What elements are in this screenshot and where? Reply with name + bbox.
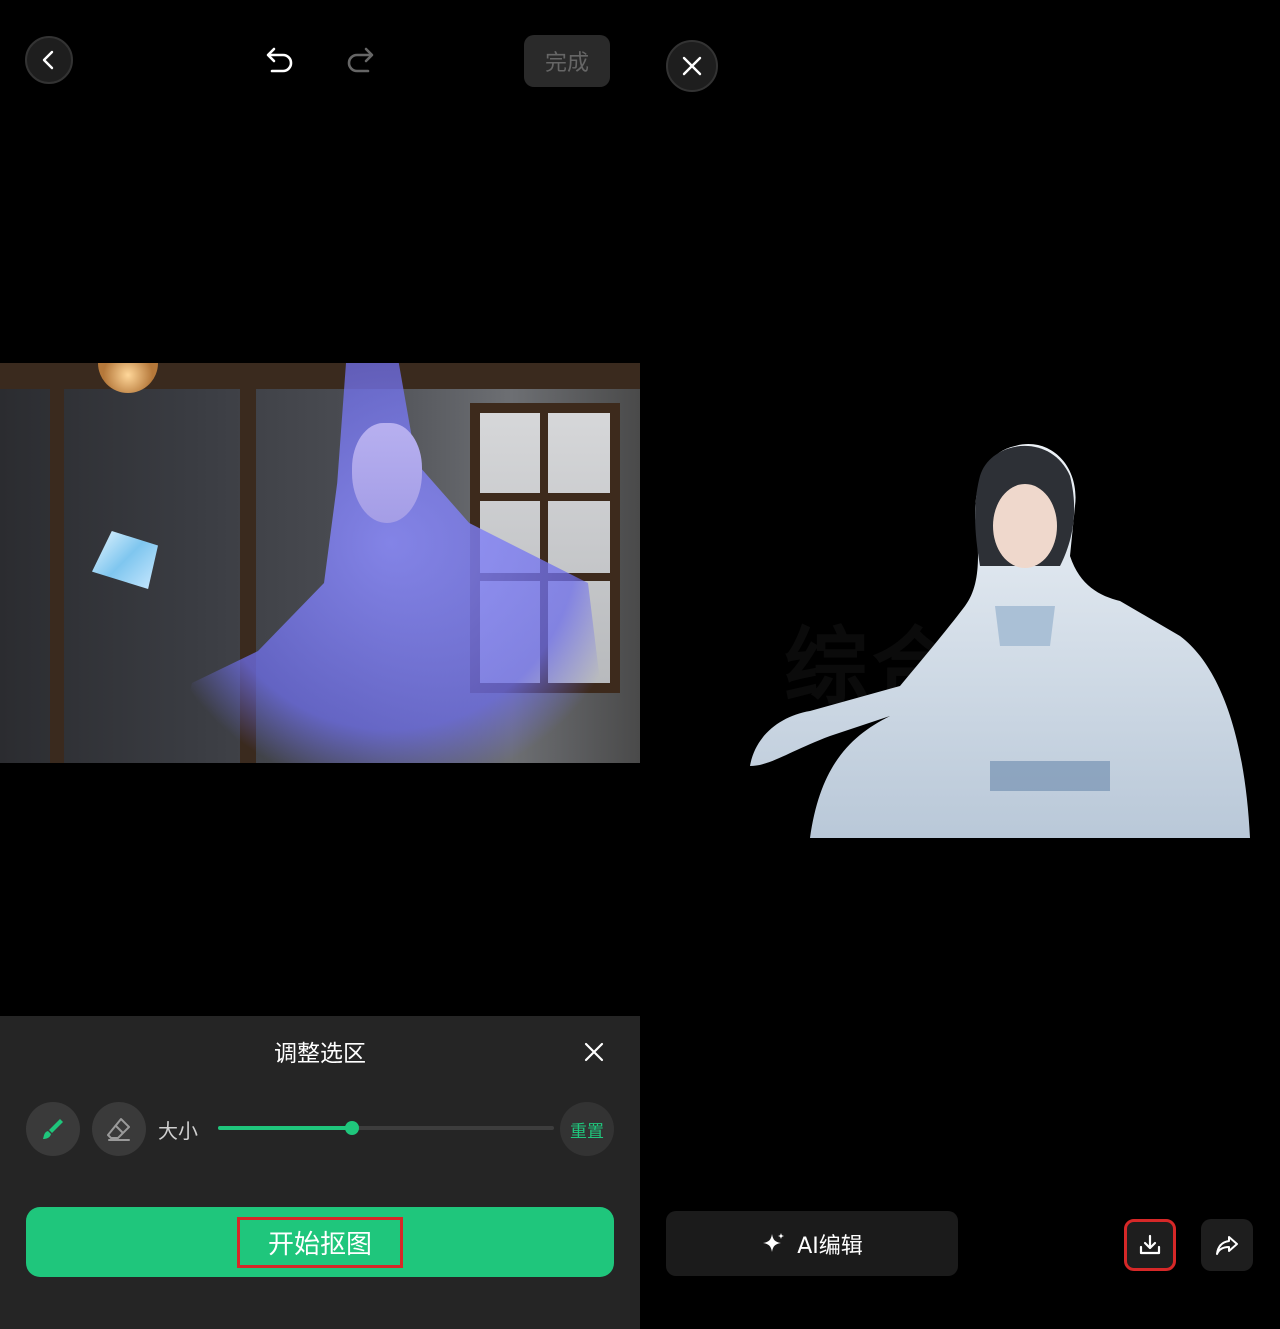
- done-button[interactable]: 完成: [524, 35, 610, 87]
- share-icon: [1216, 1236, 1238, 1255]
- eraser-icon: [107, 1118, 130, 1141]
- redo-button[interactable]: [340, 40, 380, 80]
- close-result-button[interactable]: [666, 40, 718, 92]
- ceiling-beam: [0, 363, 640, 389]
- floating-crystal: [92, 531, 158, 589]
- eraser-tool-button[interactable]: [92, 1102, 146, 1156]
- figure-face: [352, 423, 422, 523]
- sparkle-icon: [763, 1232, 785, 1252]
- size-slider-fill: [218, 1126, 352, 1130]
- brush-tool-button[interactable]: [26, 1102, 80, 1156]
- reset-button[interactable]: 重置: [560, 1102, 614, 1156]
- ai-edit-button[interactable]: AI编辑: [666, 1211, 958, 1276]
- source-photo[interactable]: [0, 363, 640, 763]
- size-label: 大小: [158, 1119, 198, 1143]
- redo-icon: [347, 47, 374, 73]
- download-button[interactable]: [1124, 1219, 1176, 1271]
- share-button[interactable]: [1201, 1219, 1253, 1271]
- download-icon: [1139, 1234, 1161, 1255]
- ai-edit-label: AI编辑: [797, 1233, 863, 1259]
- back-button[interactable]: [25, 36, 73, 84]
- cutout-result-panel: 综合社区 AI编辑: [640, 0, 1280, 1329]
- sheet-title: 调整选区: [274, 1041, 366, 1067]
- start-cutout-button[interactable]: 开始抠图: [26, 1207, 614, 1277]
- size-slider-thumb[interactable]: [345, 1121, 359, 1135]
- close-icon: [584, 1042, 604, 1062]
- cutout-editor-panel: 完成 调整选区 大小 重置 开始抠图: [0, 0, 640, 1329]
- start-cutout-label: 开始抠图: [236, 1216, 403, 1268]
- undo-icon: [266, 47, 293, 73]
- chevron-left-icon: [42, 50, 54, 70]
- size-slider[interactable]: [218, 1121, 554, 1135]
- cutout-figure-image[interactable]: [750, 436, 1250, 838]
- wooden-pillar: [50, 383, 64, 763]
- adjust-selection-sheet: 调整选区 大小 重置 开始抠图: [0, 1016, 640, 1329]
- sheet-close-button[interactable]: [578, 1036, 610, 1068]
- brush-icon: [43, 1119, 63, 1139]
- close-icon: [682, 56, 702, 76]
- undo-button[interactable]: [260, 40, 300, 80]
